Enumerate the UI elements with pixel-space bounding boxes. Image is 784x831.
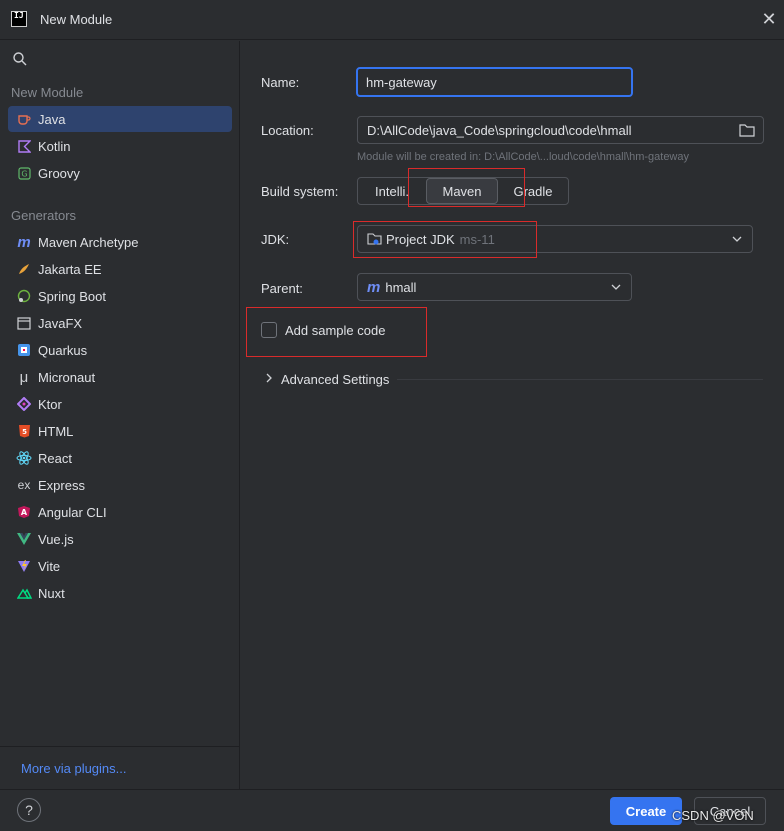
sidebar-item-label: Nuxt — [38, 585, 65, 601]
sidebar-item-nuxt[interactable]: Nuxt — [8, 580, 232, 606]
vite-icon — [16, 558, 32, 574]
search-icon[interactable] — [12, 51, 28, 67]
sidebar-item-maven-archetype[interactable]: m Maven Archetype — [8, 229, 232, 255]
sidebar-item-label: JavaFX — [38, 315, 83, 331]
maven-icon: m — [367, 278, 381, 296]
quarkus-icon — [16, 342, 32, 358]
svg-text:5: 5 — [22, 428, 27, 436]
name-input[interactable]: hm-gateway — [356, 67, 633, 97]
new-module-section-label: New Module — [11, 85, 84, 100]
help-icon[interactable]: ? — [17, 798, 41, 822]
sidebar-item-groovy[interactable]: G Groovy — [8, 160, 232, 186]
sidebar-item-label: Ktor — [38, 396, 62, 412]
highlight-box-sample-code — [246, 307, 427, 357]
main-form: Name: hm-gateway Location: D:\AllCode\ja… — [241, 41, 784, 789]
angular-icon: A — [16, 504, 32, 520]
advanced-settings-toggle[interactable]: Advanced Settings — [281, 372, 389, 387]
react-icon — [16, 450, 32, 466]
sidebar-item-vite[interactable]: Vite — [8, 553, 232, 579]
sidebar-item-react[interactable]: React — [8, 445, 232, 471]
spring-boot-icon — [16, 288, 32, 304]
window-title: New Module — [40, 12, 113, 27]
sidebar-item-vue[interactable]: Vue.js — [8, 526, 232, 552]
parent-dropdown[interactable]: m hmall — [357, 273, 632, 301]
sidebar-item-javafx[interactable]: JavaFX — [8, 310, 232, 336]
java-cup-icon — [16, 111, 32, 127]
highlight-box-maven — [408, 168, 525, 207]
svg-text:G: G — [21, 169, 27, 178]
kotlin-icon — [16, 138, 32, 154]
sidebar-item-label: Spring Boot — [38, 288, 106, 304]
sidebar: New Module Java Kotlin G Groovy Generato… — [0, 41, 240, 789]
parent-label: Parent: — [261, 281, 303, 296]
jakarta-ee-icon — [16, 261, 32, 277]
watermark: CSDN @VON — [672, 808, 754, 823]
title-bar: IJ New Module ✕ — [0, 0, 784, 40]
chevron-down-icon — [732, 236, 742, 242]
parent-value: hmall — [385, 279, 417, 295]
sidebar-item-ktor[interactable]: Ktor — [8, 391, 232, 417]
chevron-right-icon[interactable] — [265, 373, 273, 383]
more-via-plugins-link[interactable]: More via plugins... — [21, 761, 127, 776]
vue-icon — [16, 531, 32, 547]
sidebar-item-label: HTML — [38, 423, 74, 439]
location-hint: Module will be created in: D:\AllCode\..… — [357, 151, 689, 163]
express-icon: ex — [17, 478, 31, 492]
sidebar-item-express[interactable]: ex Express — [8, 472, 232, 498]
folder-icon[interactable] — [739, 123, 755, 137]
sidebar-divider — [0, 746, 240, 747]
sidebar-item-kotlin[interactable]: Kotlin — [8, 133, 232, 159]
sidebar-item-micronaut[interactable]: μ Micronaut — [8, 364, 232, 390]
sidebar-item-label: Micronaut — [38, 369, 96, 385]
sidebar-item-angular-cli[interactable]: A Angular CLI — [8, 499, 232, 525]
sidebar-item-spring-boot[interactable]: Spring Boot — [8, 283, 232, 309]
build-system-label: Build system: — [261, 184, 339, 199]
sidebar-item-label: Maven Archetype — [38, 234, 139, 250]
generators-section-label: Generators — [11, 208, 77, 223]
svg-text:A: A — [21, 508, 28, 517]
groovy-icon: G — [16, 165, 32, 181]
sidebar-item-label: Kotlin — [38, 138, 71, 154]
location-input-value: D:\AllCode\java_Code\springcloud\code\hm… — [367, 122, 632, 138]
maven-icon: m — [17, 233, 31, 251]
sidebar-item-java[interactable]: Java — [8, 106, 232, 132]
sidebar-item-html[interactable]: 5 HTML — [8, 418, 232, 444]
sidebar-item-label: Vue.js — [38, 531, 74, 547]
sidebar-item-label: Express — [38, 477, 85, 493]
sidebar-item-label: Java — [38, 111, 66, 127]
sidebar-item-label: Angular CLI — [38, 504, 107, 520]
html5-icon: 5 — [16, 423, 32, 439]
javafx-icon — [16, 315, 32, 331]
location-input[interactable]: D:\AllCode\java_Code\springcloud\code\hm… — [357, 116, 764, 144]
jdk-label: JDK: — [261, 232, 290, 247]
dialog-footer: ? Create Cancel CSDN @VON — [0, 789, 784, 831]
chevron-down-icon — [611, 284, 621, 290]
ktor-icon — [16, 396, 32, 412]
sidebar-item-jakarta-ee[interactable]: Jakarta EE — [8, 256, 232, 282]
name-label: Name: — [261, 75, 300, 90]
sidebar-item-label: React — [38, 450, 72, 466]
sidebar-item-label: Jakarta EE — [38, 261, 102, 277]
location-label: Location: — [261, 123, 314, 138]
intellij-app-icon: IJ — [11, 11, 27, 27]
highlight-box-jdk — [353, 221, 537, 258]
advanced-settings-divider — [397, 379, 763, 380]
sidebar-item-quarkus[interactable]: Quarkus — [8, 337, 232, 363]
micronaut-icon: μ — [19, 368, 29, 386]
name-input-value: hm-gateway — [366, 74, 437, 90]
sidebar-item-label: Vite — [38, 558, 61, 574]
sidebar-item-label: Groovy — [38, 165, 80, 181]
nuxt-icon — [16, 585, 32, 601]
sidebar-item-label: Quarkus — [38, 342, 88, 358]
close-icon[interactable]: ✕ — [760, 10, 778, 28]
